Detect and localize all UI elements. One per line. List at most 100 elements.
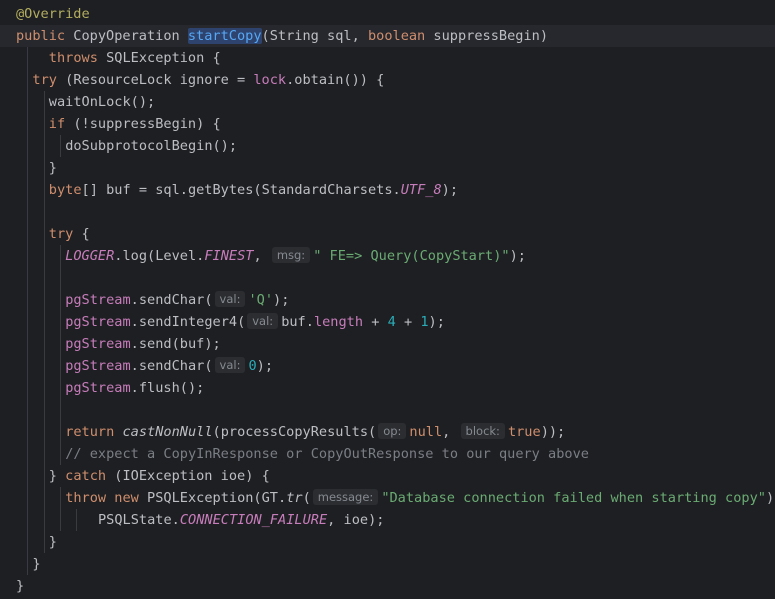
code-line[interactable] [0,399,775,421]
indent-guide [27,289,29,311]
indent-guide [27,223,29,245]
code-line[interactable] [0,267,775,289]
code-token: startCopy [187,28,262,44]
indent-guide [27,509,29,531]
code-token: } [16,578,25,594]
code-token: } [48,468,66,484]
code-line[interactable]: @Override [0,3,775,25]
code-line[interactable]: return castNonNull(processCopyResults(op… [0,421,775,443]
code-token: pgStream [65,292,131,308]
code-line[interactable]: doSubprotocolBegin(); [0,135,775,157]
code-token: " FE=> Query(CopyStart)" [313,248,510,264]
code-token: (!suppressBegin) { [65,116,221,132]
parameter-hint: val: [214,291,246,307]
code-token: true [507,424,541,440]
code-line[interactable]: try (ResourceLock ignore = lock.obtain()… [0,69,775,91]
indent-guide [27,465,29,487]
code-token: .sendChar( [130,292,213,308]
indent-guide [43,267,45,289]
code-line[interactable]: } [0,157,775,179]
indent-guide [43,443,45,465]
code-token: ); [428,314,445,330]
indent-guide [43,135,45,157]
code-line[interactable]: throws SQLException { [0,47,775,69]
code-line[interactable]: try { [0,223,775,245]
parameter-hint: block: [460,423,505,439]
code-token: tr [286,490,303,506]
indent-guide [27,135,29,157]
code-token: @Override [16,6,90,22]
code-token: return [65,424,115,440]
code-token: byte [48,182,82,198]
code-token: ); [273,292,290,308]
code-token: CONNECTION_FAILURE [179,512,328,528]
code-token: ); [441,182,459,198]
code-line[interactable]: pgStream.flush(); [0,377,775,399]
indent-guide [43,201,45,223]
code-line[interactable]: // expect a CopyInResponse or CopyOutRes… [0,443,775,465]
code-line[interactable]: pgStream.sendInteger4(val: buf.length + 4… [0,311,775,333]
code-token: PSQLState. [98,512,180,528]
code-token: pgStream [65,380,131,396]
code-line[interactable] [0,201,775,223]
code-token: lock [253,72,287,88]
indent-guide [60,399,61,421]
code-token: suppressBegin) [425,28,549,44]
code-line[interactable]: byte[] buf = sql.getBytes(StandardCharse… [0,179,775,201]
code-token: FINEST [204,248,254,264]
indent-guide [60,377,61,399]
code-line[interactable]: pgStream.sendChar(val: 0); [0,355,775,377]
code-token: try [48,226,74,242]
code-token: if [48,116,66,132]
code-editor[interactable]: @Override public CopyOperation startCopy(… [0,0,775,599]
parameter-hint: val: [247,313,279,329]
code-token: throw [65,490,107,506]
code-line[interactable]: LOGGER.log(Level.FINEST, msg: " FE=> Quer… [0,245,775,267]
code-token: doSubprotocolBegin(); [65,138,238,154]
code-line[interactable]: pgStream.sendChar(val: 'Q'); [0,289,775,311]
code-line[interactable]: pgStream.send(buf); [0,333,775,355]
code-line[interactable]: } [0,575,775,597]
code-token: new [114,490,139,506]
code-token: castNonNull [122,424,213,440]
code-token: SQLException { [97,50,221,66]
code-line[interactable]: throw new PSQLException(GT.tr(message: "D… [0,487,775,509]
indent-guide [27,157,29,179]
indent-guide [27,553,29,575]
code-token: , [442,424,459,440]
indent-guide [43,113,45,135]
code-token: waitOnLock(); [48,94,156,110]
indent-guide [60,509,61,531]
indent-guide [43,91,45,113]
indent-guide [60,311,61,333]
code-token: + [363,314,388,330]
code-token: } [32,556,41,572]
code-line[interactable]: if (!suppressBegin) { [0,113,775,135]
indent-guide [27,69,29,91]
code-line[interactable]: } catch (IOException ioe) { [0,465,775,487]
code-token: .send(buf); [130,336,221,352]
indent-guide [43,289,45,311]
indent-guide [76,509,78,531]
indent-guide [43,311,45,333]
indent-guide [60,487,61,509]
code-token: pgStream [65,336,131,352]
indent-guide [43,179,45,201]
code-comment: // expect a CopyInResponse or CopyOutRes… [65,446,589,462]
code-token: boolean [367,28,426,44]
code-line[interactable]: PSQLState.CONNECTION_FAILURE, ioe); [0,509,775,531]
code-token: (processCopyResults( [212,424,377,440]
code-token: { [73,226,90,242]
code-token: ); [256,358,274,374]
indent-guide [43,509,45,531]
indent-guide [60,135,61,157]
indent-guide [27,179,29,201]
code-line[interactable]: } [0,553,775,575]
code-line[interactable]: public CopyOperation startCopy(String sq… [0,25,775,47]
code-token: ), [765,490,775,506]
code-line[interactable]: waitOnLock(); [0,91,775,113]
indent-guide [27,267,29,289]
code-token: .flush(); [130,380,205,396]
code-line[interactable]: } [0,531,775,553]
indent-guide [27,113,29,135]
